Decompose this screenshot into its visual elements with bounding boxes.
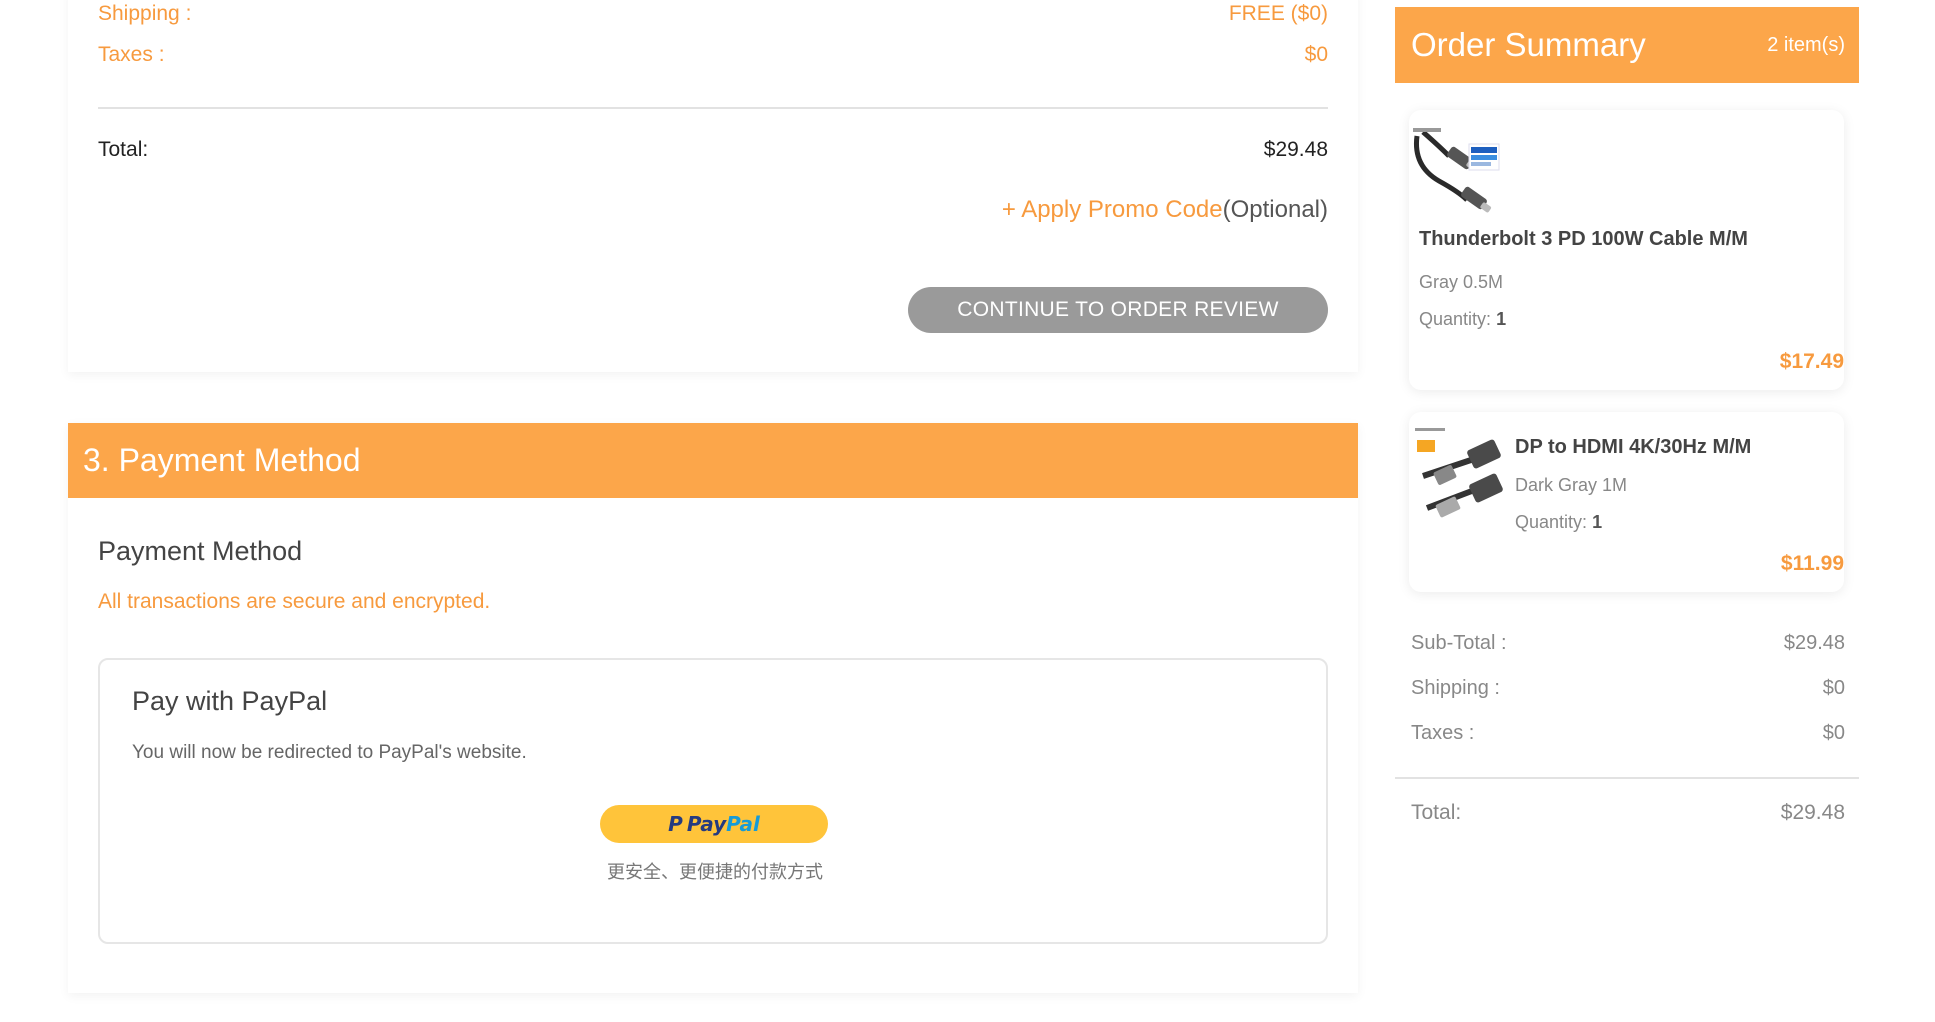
item-variant: Gray 0.5M [1419,272,1504,292]
order-item: DP to HDMI 4K/30Hz M/M Dark Gray 1M Quan… [1409,412,1844,592]
divider [1395,777,1859,779]
divider [98,107,1328,109]
summary-total-label: Total: [1411,801,1462,824]
summary-taxes-value: $0 [1822,722,1845,744]
taxes-row: Taxes : $0 [98,43,1328,67]
payment-method-panel: 3. Payment Method Payment Method All tra… [68,423,1358,993]
promo-code: + Apply Promo Code(Optional) [1002,196,1328,224]
continue-to-order-review-button[interactable]: CONTINUE TO ORDER REVIEW [908,287,1328,333]
payment-section-header: 3. Payment Method [68,423,1358,498]
total-label: Total: [98,138,149,161]
payment-method-title: Payment Method [98,536,303,566]
paypal-button[interactable]: P PayPal [600,805,828,843]
paypal-wordmark: PayPal [687,812,760,836]
total-value: $29.48 [1263,138,1328,161]
usb-c-cable-icon [1409,126,1505,220]
summary-shipping-row: Shipping : $0 [1411,677,1845,700]
total-row: Total: $29.48 [98,138,1328,162]
item-count: 2 item(s) [1767,33,1845,56]
item-name: DP to HDMI 4K/30Hz M/M [1515,436,1752,458]
paypal-description: You will now be redirected to PayPal's w… [132,742,527,763]
order-summary-title: Order Summary [1411,26,1646,63]
paypal-tagline: 更安全、更便捷的付款方式 [607,862,823,883]
paypal-wordmark-pay: Pay [686,812,727,836]
shipping-row: Shipping : FREE ($0) [98,2,1328,26]
summary-taxes-label: Taxes : [1411,722,1475,744]
item-price: $17.49 [1779,350,1844,373]
summary-shipping-value: $0 [1822,677,1845,699]
subtotal-row: Sub-Total : $29.48 [1411,632,1845,655]
order-item: Thunderbolt 3 PD 100W Cable M/M Gray 0.5… [1409,110,1844,390]
dp-hdmi-cable-icon [1413,426,1505,526]
order-summary: Order Summary 2 item(s) Thunderbolt 3 PD… [1395,7,1859,837]
shipping-value: FREE ($0) [1228,2,1328,25]
subtotal-value: $29.48 [1783,632,1845,654]
quantity-label: Quantity: [1515,512,1588,532]
apply-promo-code-link[interactable]: + Apply Promo Code [1002,196,1223,223]
quantity-value: 1 [1496,309,1507,329]
summary-total-row: Total: $29.48 [1411,801,1845,825]
taxes-value: $0 [1304,43,1328,66]
summary-taxes-row: Taxes : $0 [1411,722,1845,745]
promo-optional-label: (Optional) [1222,196,1328,223]
taxes-label: Taxes : [98,43,165,66]
shipping-label: Shipping : [98,2,192,25]
subtotal-label: Sub-Total : [1411,632,1507,654]
item-name: Thunderbolt 3 PD 100W Cable M/M [1419,228,1748,250]
paypal-option: Pay with PayPal You will now be redirect… [98,658,1328,944]
checkout-page: Shipping : FREE ($0) Taxes : $0 Total: $… [0,0,1935,1022]
paypal-title: Pay with PayPal [132,686,328,716]
shipping-summary-panel: Shipping : FREE ($0) Taxes : $0 Total: $… [68,0,1358,372]
quantity-label: Quantity: [1419,309,1492,329]
summary-total-value: $29.48 [1780,801,1845,824]
secure-note: All transactions are secure and encrypte… [98,590,491,613]
item-price: $11.99 [1780,552,1844,575]
item-quantity: Quantity: 1 [1515,512,1602,533]
quantity-value: 1 [1592,512,1603,532]
paypal-wordmark-pal: Pal [726,812,760,836]
order-summary-header: Order Summary 2 item(s) [1395,7,1859,83]
item-variant: Dark Gray 1M [1515,475,1628,495]
summary-shipping-label: Shipping : [1411,677,1500,699]
item-quantity: Quantity: 1 [1419,309,1506,330]
paypal-logo-icon: P [668,812,683,836]
